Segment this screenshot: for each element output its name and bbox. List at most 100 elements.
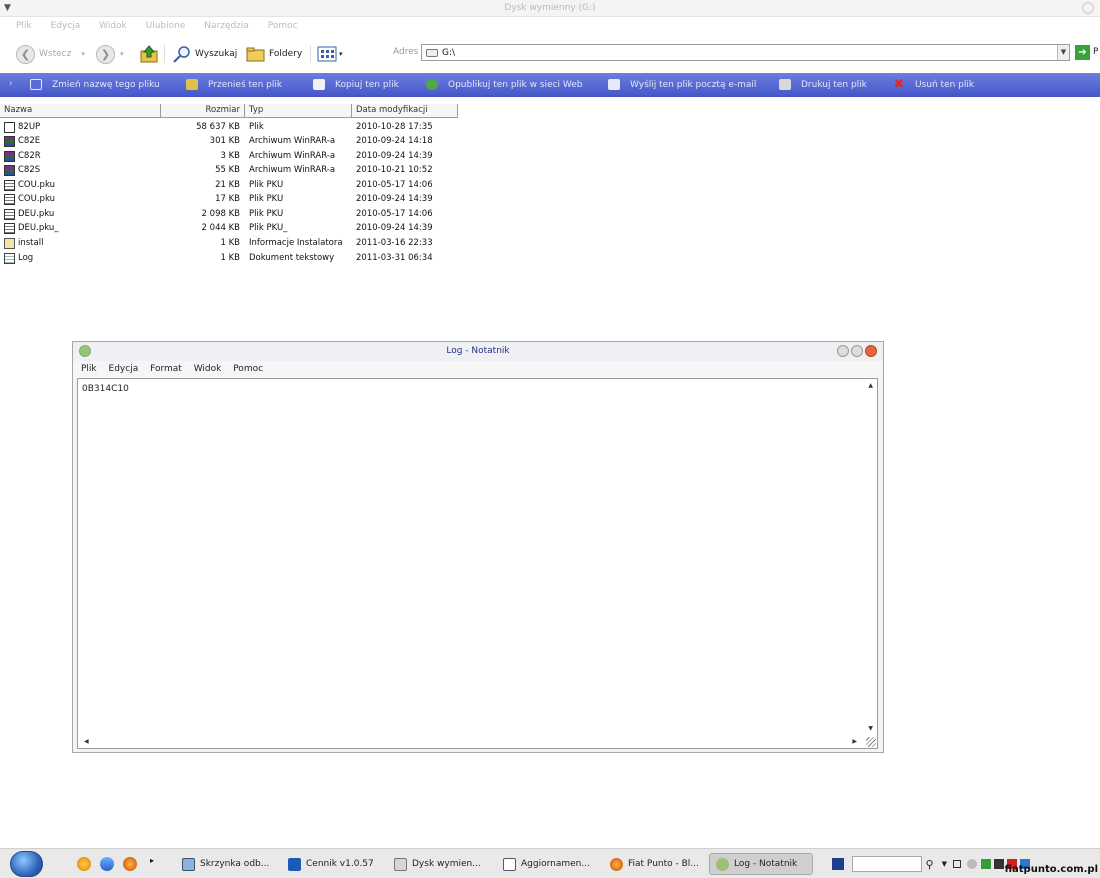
tray-search-box[interactable]	[851, 856, 922, 872]
task-print-label: Drukuj ten plik	[801, 79, 867, 90]
rename-icon	[30, 79, 42, 90]
document-icon	[503, 857, 516, 871]
back-button[interactable]: ❮ Wstecz ▾	[16, 44, 85, 64]
firefox-icon	[610, 857, 623, 871]
move-icon	[186, 79, 198, 90]
folders-button[interactable]: Foldery	[246, 44, 302, 64]
quicklaunch-expand-icon[interactable]: ▸	[150, 856, 154, 865]
text-document-icon	[4, 252, 15, 264]
tray-search-icon[interactable]: ⚲	[926, 858, 934, 871]
taskbar-button-removable-disk[interactable]: Dysk wymien...	[388, 853, 487, 875]
file-row[interactable]: DEU.pku_ 2 044 KB Plik PKU_ 2010-09-24 1…	[0, 221, 460, 235]
minimize-icon[interactable]	[837, 345, 849, 357]
file-row[interactable]: DEU.pku 2 098 KB Plik PKU 2010-05-17 14:…	[0, 207, 460, 221]
task-move-file[interactable]: Przenieś ten plik	[186, 79, 282, 90]
quicklaunch-ie-icon[interactable]	[100, 857, 114, 871]
task-publish-label: Opublikuj ten plik w sieci Web	[448, 79, 583, 90]
task-email-file[interactable]: Wyślij ten plik pocztą e-mail	[608, 79, 756, 90]
file-date: 2010-10-28 17:35	[356, 122, 433, 132]
explorer-title: Dysk wymienny (G:)	[504, 3, 596, 13]
tray-dropdown-icon[interactable]: ▼	[942, 860, 947, 868]
folders-icon	[246, 47, 265, 62]
notepad-text-area[interactable]: 0B314C10 ▲ ▼ ◀ ▶	[77, 378, 878, 749]
notepad-menu-help[interactable]: Pomoc	[233, 364, 263, 374]
task-copy-file[interactable]: Kopiuj ten plik	[313, 79, 399, 90]
start-button[interactable]	[10, 851, 43, 877]
delete-x-icon: ✖	[893, 77, 905, 92]
file-type: Archiwum WinRAR-a	[249, 136, 336, 146]
file-row[interactable]: C82S 55 KB Archiwum WinRAR-a 2010-10-21 …	[0, 163, 460, 177]
task-print-file[interactable]: Drukuj ten plik	[779, 79, 867, 90]
file-type: Archiwum WinRAR-a	[249, 151, 336, 161]
taskbar-button-aggiornamento[interactable]: Aggiornamen...	[497, 853, 596, 875]
resize-grip-icon[interactable]	[866, 737, 876, 747]
file-type: Plik PKU	[249, 180, 284, 190]
notepad-menu-view[interactable]: Widok	[194, 364, 222, 374]
up-folder-button[interactable]	[140, 44, 158, 64]
close-icon[interactable]	[865, 345, 877, 357]
file-date: 2010-05-17 14:06	[356, 209, 433, 219]
address-dropdown-icon[interactable]: ▼	[1057, 45, 1069, 60]
task-rename-file[interactable]: Zmień nazwę tego pliku	[30, 79, 160, 90]
file-row[interactable]: COU.pku 21 KB Plik PKU 2010-05-17 14:06	[0, 178, 460, 192]
tray-volume-icon[interactable]	[994, 859, 1004, 869]
back-dropdown-icon[interactable]: ▾	[81, 50, 85, 58]
window-control-button[interactable]	[1082, 2, 1094, 14]
task-delete-file[interactable]: ✖ Usuń ten plik	[893, 77, 975, 92]
file-row[interactable]: 82UP 58 637 KB Plik 2010-10-28 17:35	[0, 120, 460, 134]
forward-dropdown-icon[interactable]: ▾	[120, 50, 124, 58]
quicklaunch-firefox-icon[interactable]	[123, 857, 137, 871]
file-row[interactable]: Log 1 KB Dokument tekstowy 2011-03-31 06…	[0, 251, 460, 265]
file-name: COU.pku	[18, 194, 55, 204]
taskbar-button-notepad[interactable]: Log - Notatnik	[709, 853, 813, 875]
copy-icon	[313, 79, 325, 90]
address-input[interactable]: G:\ ▼	[421, 44, 1070, 61]
scroll-up-icon[interactable]: ▲	[868, 382, 873, 389]
file-row[interactable]: C82E 301 KB Archiwum WinRAR-a 2010-09-24…	[0, 134, 460, 148]
column-name[interactable]: Nazwa	[0, 104, 161, 118]
column-size[interactable]: Rozmiar	[161, 104, 245, 118]
tasks-collapse-icon[interactable]: ›	[9, 79, 13, 89]
tray-window-icon[interactable]	[953, 860, 961, 868]
views-button[interactable]: ▾	[317, 44, 343, 64]
task-move-label: Przenieś ten plik	[208, 79, 283, 90]
file-date: 2011-03-16 22:33	[356, 238, 433, 248]
notepad-titlebar[interactable]: Log - Notatnik	[73, 342, 883, 361]
quicklaunch-sun-icon[interactable]	[77, 857, 91, 871]
column-date-modified[interactable]: Data modyfikacji	[352, 104, 458, 118]
taskbar-button-cennik[interactable]: Cennik v1.0.57	[282, 853, 380, 875]
notepad-menu-format[interactable]: Format	[150, 364, 182, 374]
tray-network-icon[interactable]	[981, 859, 991, 869]
taskbar-button-inbox[interactable]: Skrzynka odb...	[176, 853, 275, 875]
file-row[interactable]: COU.pku 17 KB Plik PKU 2010-09-24 14:39	[0, 192, 460, 206]
menu-edit[interactable]: Edycja	[51, 21, 81, 31]
notepad-menu-file[interactable]: Plik	[81, 364, 97, 374]
file-row[interactable]: C82R 3 KB Archiwum WinRAR-a 2010-09-24 1…	[0, 149, 460, 163]
column-type[interactable]: Typ	[245, 104, 352, 118]
notepad-menu-edit[interactable]: Edycja	[109, 364, 139, 374]
menu-tools[interactable]: Narzędzia	[204, 21, 249, 31]
up-folder-icon	[140, 45, 158, 63]
menu-help[interactable]: Pomoc	[268, 21, 298, 31]
folders-label: Foldery	[269, 49, 303, 59]
views-dropdown-icon: ▾	[339, 50, 343, 58]
pku-file-icon	[4, 208, 15, 220]
menu-view[interactable]: Widok	[99, 21, 127, 31]
file-row[interactable]: install 1 KB Informacje Instalatora 2011…	[0, 236, 460, 250]
go-button-label[interactable]: P	[1093, 47, 1098, 57]
menu-file[interactable]: Plik	[16, 21, 32, 31]
tray-status-icon[interactable]	[967, 859, 977, 869]
go-arrow-icon[interactable]: ➔	[1075, 45, 1090, 60]
scroll-right-icon[interactable]: ▶	[852, 738, 857, 745]
menu-favorites[interactable]: Ulubione	[146, 21, 186, 31]
taskbar-button-fiat-punto[interactable]: Fiat Punto - Bl...	[604, 853, 705, 875]
language-icon[interactable]	[831, 858, 844, 870]
maximize-icon[interactable]	[851, 345, 863, 357]
address-label: Adres	[393, 47, 419, 57]
scroll-left-icon[interactable]: ◀	[84, 738, 89, 745]
search-button[interactable]: Wyszukaj	[172, 44, 237, 64]
task-publish-file[interactable]: Opublikuj ten plik w sieci Web	[426, 79, 583, 90]
file-type: Archiwum WinRAR-a	[249, 165, 336, 175]
forward-button[interactable]: ❯ ▾	[96, 44, 124, 64]
scroll-down-icon[interactable]: ▼	[868, 725, 873, 732]
